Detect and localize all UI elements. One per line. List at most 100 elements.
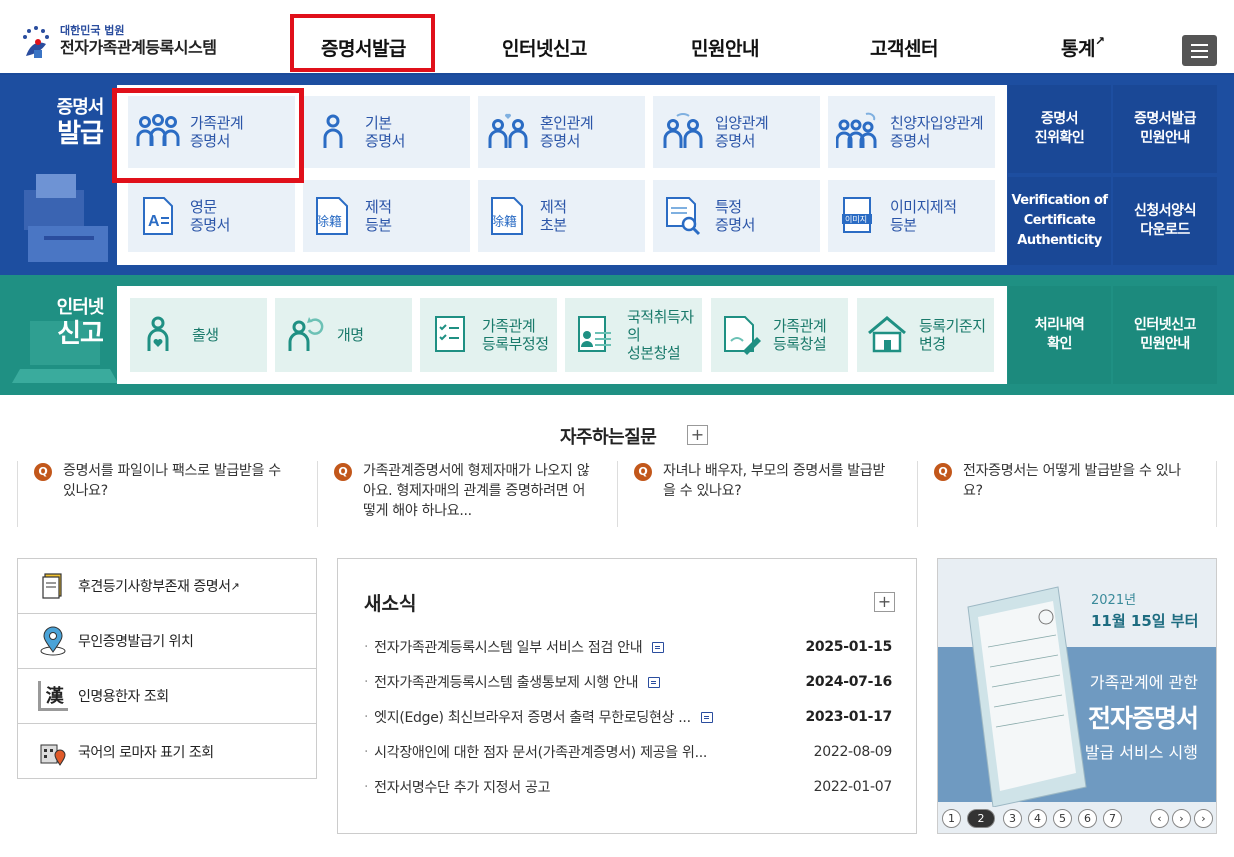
banner-line1: 가족관계에 관한 bbox=[1089, 673, 1198, 692]
bullet-icon: · bbox=[364, 779, 369, 795]
bullet-icon: · bbox=[364, 744, 369, 760]
side-verify-certificate[interactable]: 증명서 진위확인 bbox=[1008, 85, 1111, 173]
quick-name-hanja[interactable]: 漢 인명용한자 조회 bbox=[18, 669, 316, 724]
side-report-guide[interactable]: 인터넷신고 민원안내 bbox=[1113, 286, 1217, 384]
cert-tile-4[interactable]: 친양자입양관계 증명서 bbox=[828, 96, 995, 168]
doc-pen-icon bbox=[719, 313, 763, 357]
cert-tile-2[interactable]: 혼인관계 증명서 bbox=[478, 96, 645, 168]
cert-tile-8[interactable]: 특정 증명서 bbox=[653, 180, 820, 252]
banner-page-button[interactable]: 1 bbox=[942, 809, 961, 828]
cert-tile-label: 특정 증명서 bbox=[715, 198, 755, 234]
banner-next-button[interactable]: › bbox=[1194, 809, 1213, 828]
site-logo[interactable]: 대한민국 법원 전자가족관계등록시스템 bbox=[16, 20, 217, 62]
bullet-icon: · bbox=[364, 639, 369, 655]
nav-customer-center[interactable]: 고객센터 bbox=[870, 34, 938, 61]
cert-tile-9[interactable]: 이미지 이미지제적 등본 bbox=[828, 180, 995, 252]
banner-prev-button[interactable]: ‹ bbox=[1150, 809, 1169, 828]
image-doc-icon: 이미지 bbox=[836, 194, 880, 238]
logo-title: 전자가족관계등록시스템 bbox=[60, 38, 217, 57]
building-pin-icon bbox=[38, 737, 68, 767]
faq-item[interactable]: Q 증명서를 파일이나 팩스로 발급받을 수 있나요? bbox=[17, 461, 317, 527]
english-doc-icon: A bbox=[136, 194, 180, 238]
search-doc-icon bbox=[661, 194, 705, 238]
e-certificate-banner[interactable]: 2021년 11월 15일 부터 가족관계에 관한 전자증명서 발급 서비스 시… bbox=[937, 558, 1217, 834]
doc-icon bbox=[38, 571, 68, 601]
quick-guardianship-cert[interactable]: 후견등기사항부존재 증명서 ↗ bbox=[18, 559, 316, 614]
cert-tile-1[interactable]: 기본 증명서 bbox=[303, 96, 470, 168]
birth-icon bbox=[138, 313, 182, 357]
faq-item[interactable]: Q 전자증명서는 어떻게 발급받을 수 있나요? bbox=[917, 461, 1217, 527]
banner-date: 11월 15일 부터 bbox=[1091, 612, 1199, 630]
logo-subtitle: 대한민국 법원 bbox=[60, 24, 125, 37]
banner-play-button[interactable]: › bbox=[1172, 809, 1191, 828]
bullet-icon: · bbox=[364, 674, 369, 690]
full-adoption-icon bbox=[836, 110, 880, 154]
faq-title: 자주하는질문 bbox=[560, 427, 657, 448]
faq-more-button[interactable]: + bbox=[687, 425, 708, 445]
nav-statistics[interactable]: 통계↗ bbox=[1061, 34, 1105, 61]
cert-tile-3[interactable]: 입양관계 증명서 bbox=[653, 96, 820, 168]
new-post-icon bbox=[648, 676, 661, 688]
faq-item[interactable]: Q 자녀나 배우자, 부모의 증명서를 발급받을 수 있나요? bbox=[617, 461, 917, 527]
bullet-icon: · bbox=[364, 709, 369, 725]
cert-tile-label: 기본 증명서 bbox=[365, 114, 405, 150]
question-icon: Q bbox=[334, 463, 352, 481]
cert-tile-5[interactable]: A 영문 증명서 bbox=[128, 180, 295, 252]
news-item[interactable]: · 시각장애인에 대한 점자 문서(가족관계증명서) 제공을 위... 2022-0… bbox=[364, 742, 892, 762]
banner-line3: 발급 서비스 시행 bbox=[1084, 743, 1198, 762]
report-tile-5[interactable]: 등록기준지 변경 bbox=[857, 298, 994, 372]
id-card-icon bbox=[573, 313, 617, 357]
printer-illustration-icon bbox=[24, 174, 108, 262]
quick-romanization[interactable]: 국어의 로마자 표기 조회 bbox=[18, 724, 316, 779]
report-tile-label: 가족관계 등록부정정 bbox=[482, 317, 549, 353]
cert-tile-6[interactable]: 除籍 제적 등본 bbox=[303, 180, 470, 252]
quick-links: 후견등기사항부존재 증명서 ↗ 무인증명발급기 위치 漢 인명용한자 조회 국어의… bbox=[17, 558, 317, 779]
hamburger-icon[interactable] bbox=[1182, 35, 1217, 66]
report-tile-2[interactable]: 가족관계 등록부정정 bbox=[420, 298, 557, 372]
side-certificate-guide[interactable]: 증명서발급 민원안내 bbox=[1113, 85, 1217, 173]
news-item[interactable]: · 엣지(Edge) 최신브라우저 증명서 출력 무한로딩현상 ... 2023-0… bbox=[364, 707, 892, 727]
news-item[interactable]: · 전자가족관계등록시스템 일부 서비스 점검 안내 2025-01-15 bbox=[364, 637, 892, 657]
report-tile-3[interactable]: 국적취득자의 성본창설 bbox=[565, 298, 702, 372]
court-emblem-icon bbox=[16, 20, 60, 62]
nav-civil-guide[interactable]: 민원안내 bbox=[691, 34, 759, 61]
report-tile-4[interactable]: 가족관계 등록창설 bbox=[711, 298, 848, 372]
new-post-icon bbox=[652, 641, 665, 653]
banner-page-button[interactable]: 2 bbox=[967, 809, 995, 828]
question-icon: Q bbox=[634, 463, 652, 481]
side-process-history[interactable]: 처리내역 확인 bbox=[1008, 286, 1111, 384]
banner-page-button[interactable]: 6 bbox=[1078, 809, 1097, 828]
report-tile-label: 출생 bbox=[192, 326, 219, 344]
faq-item[interactable]: Q 가족관계증명서에 형제자매가 나오지 않아요. 형제자매의 관계를 증명하려면… bbox=[317, 461, 617, 527]
banner-page-button[interactable]: 7 bbox=[1103, 809, 1122, 828]
location-icon bbox=[38, 626, 68, 656]
checklist-icon bbox=[428, 313, 472, 357]
quick-kiosk-location[interactable]: 무인증명발급기 위치 bbox=[18, 614, 316, 669]
report-band-title: 인터넷 신고 bbox=[56, 297, 105, 349]
report-tile-1[interactable]: 개명 bbox=[275, 298, 412, 372]
report-tile-label: 등록기준지 변경 bbox=[919, 317, 986, 353]
report-tile-label: 가족관계 등록창설 bbox=[773, 317, 827, 353]
question-icon: Q bbox=[934, 463, 952, 481]
nav-internet-report[interactable]: 인터넷신고 bbox=[502, 34, 587, 61]
news-more-button[interactable]: + bbox=[874, 592, 895, 612]
banner-page-button[interactable]: 5 bbox=[1053, 809, 1072, 828]
couple-heart-icon bbox=[486, 110, 530, 154]
question-icon: Q bbox=[34, 463, 52, 481]
side-verification-en[interactable]: Verification of Certificate Authenticity bbox=[1008, 177, 1111, 265]
svg-text:除籍: 除籍 bbox=[491, 214, 517, 230]
cert-tile-7[interactable]: 除籍 제적 초본 bbox=[478, 180, 645, 252]
banner-page-button[interactable]: 3 bbox=[1003, 809, 1022, 828]
svg-text:A: A bbox=[148, 213, 160, 230]
news-item[interactable]: · 전자서명수단 추가 지정서 공고 2022-01-07 bbox=[364, 777, 892, 797]
faq-question: 전자증명서는 어떻게 발급받을 수 있나요? bbox=[963, 463, 1181, 499]
hanja-book-icon: 漢 bbox=[38, 681, 68, 711]
side-form-download[interactable]: 신청서양식 다운로드 bbox=[1113, 177, 1217, 265]
site-header: 대한민국 법원 전자가족관계등록시스템 증명서발급 인터넷신고 민원안내 고객센… bbox=[0, 0, 1234, 75]
report-tile-label: 국적취득자의 성본창설 bbox=[627, 308, 694, 362]
banner-page-button[interactable]: 4 bbox=[1028, 809, 1047, 828]
report-tile-0[interactable]: 출생 bbox=[130, 298, 267, 372]
quick-label: 인명용한자 조회 bbox=[78, 689, 169, 705]
news-item[interactable]: · 전자가족관계등록시스템 출생통보제 시행 안내 2024-07-16 bbox=[364, 672, 892, 692]
cert-tile-label: 제적 등본 bbox=[365, 198, 392, 234]
